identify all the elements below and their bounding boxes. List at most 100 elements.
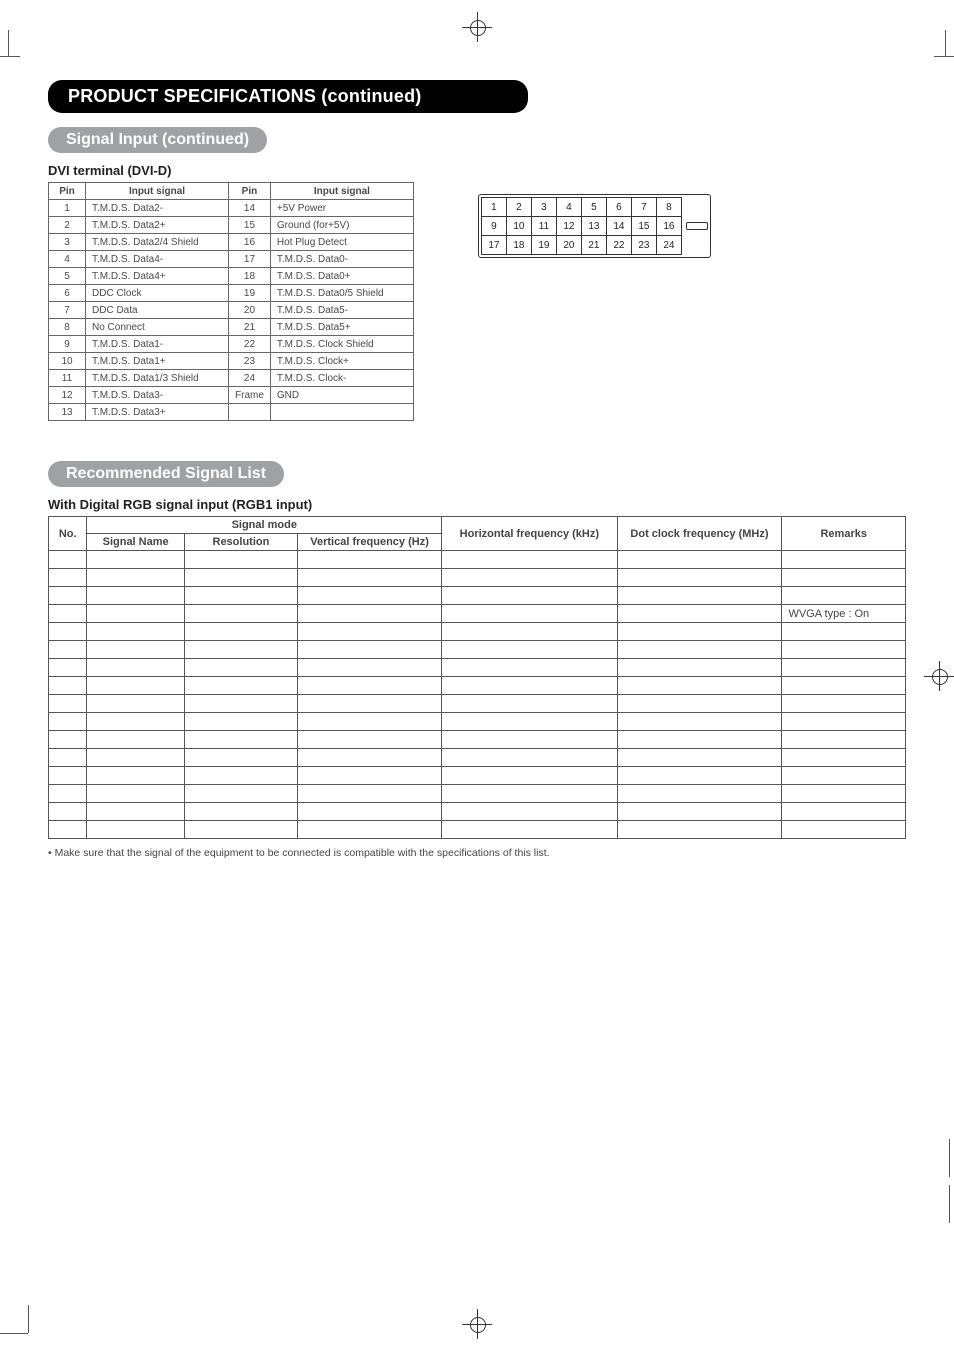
signal-cell <box>270 404 413 421</box>
table-row <box>49 713 906 731</box>
connector-pin: 7 <box>631 198 656 217</box>
spec-cell <box>297 731 441 749</box>
table-row <box>49 551 906 569</box>
signal-cell: No Connect <box>86 319 229 336</box>
spec-cell <box>49 677 87 695</box>
spec-cell <box>49 659 87 677</box>
spec-cell <box>297 551 441 569</box>
spec-cell <box>617 551 782 569</box>
table-row: 6DDC Clock19T.M.D.S. Data0/5 Shield <box>49 285 414 302</box>
connector-pin: 5 <box>581 198 606 217</box>
spec-cell <box>87 659 185 677</box>
col-no: No. <box>49 517 87 551</box>
pin-cell: 2 <box>49 217 86 234</box>
table-row: 12T.M.D.S. Data3-FrameGND <box>49 387 414 404</box>
pin-cell: 7 <box>49 302 86 319</box>
spec-cell <box>87 803 185 821</box>
signal-cell: T.M.D.S. Data2/4 Shield <box>86 234 229 251</box>
spec-cell <box>782 569 906 587</box>
table-row: 7DDC Data20T.M.D.S. Data5- <box>49 302 414 319</box>
signal-cell: T.M.D.S. Clock+ <box>270 353 413 370</box>
pin-cell: 5 <box>49 268 86 285</box>
crop-mark-icon <box>8 30 9 56</box>
section-signal-input: Signal Input (continued) <box>48 127 267 153</box>
table-row <box>49 821 906 839</box>
crop-mark-icon <box>934 56 954 57</box>
col-dclk: Dot clock frequency (MHz) <box>617 517 782 551</box>
signal-cell: T.M.D.S. Data1+ <box>86 353 229 370</box>
pin-cell: 1 <box>49 200 86 217</box>
signal-cell: T.M.D.S. Data1- <box>86 336 229 353</box>
spec-cell <box>782 641 906 659</box>
table-row <box>49 695 906 713</box>
spec-cell <box>782 713 906 731</box>
spec-cell <box>782 731 906 749</box>
connector-pin: 10 <box>506 217 531 236</box>
table-row: 13T.M.D.S. Data3+ <box>49 404 414 421</box>
spec-cell <box>184 551 297 569</box>
pin-cell <box>229 404 271 421</box>
spec-cell <box>297 623 441 641</box>
col-signal: Input signal <box>86 183 229 200</box>
table-row <box>49 659 906 677</box>
pin-cell: 18 <box>229 268 271 285</box>
table-row: 2T.M.D.S. Data2+15Ground (for+5V) <box>49 217 414 234</box>
spec-cell <box>617 713 782 731</box>
spec-cell <box>87 749 185 767</box>
spec-cell <box>87 605 185 623</box>
spec-cell <box>297 569 441 587</box>
spec-cell: WVGA type : On <box>782 605 906 623</box>
footnote: • Make sure that the signal of the equip… <box>48 847 906 859</box>
table-row: 1T.M.D.S. Data2-14+5V Power <box>49 200 414 217</box>
table-row: 9T.M.D.S. Data1-22T.M.D.S. Clock Shield <box>49 336 414 353</box>
signal-cell: T.M.D.S. Data3- <box>86 387 229 404</box>
spec-cell <box>297 821 441 839</box>
connector-pin: 18 <box>506 236 531 255</box>
connector-pin: 24 <box>656 236 681 255</box>
spec-cell <box>442 587 617 605</box>
spec-cell <box>297 803 441 821</box>
col-signal: Input signal <box>270 183 413 200</box>
spec-cell <box>49 623 87 641</box>
pin-cell: 12 <box>49 387 86 404</box>
pin-cell: 19 <box>229 285 271 302</box>
section-recommended: Recommended Signal List <box>48 461 284 487</box>
spec-cell <box>617 677 782 695</box>
spec-cell <box>442 677 617 695</box>
dvi-pin-table: Pin Input signal Pin Input signal 1T.M.D… <box>48 182 414 421</box>
signal-cell: +5V Power <box>270 200 413 217</box>
spec-cell <box>184 767 297 785</box>
table-row <box>49 641 906 659</box>
spec-cell <box>442 569 617 587</box>
with-digital-title: With Digital RGB signal input (RGB1 inpu… <box>48 497 906 512</box>
table-row: 4T.M.D.S. Data4-17T.M.D.S. Data0- <box>49 251 414 268</box>
spec-cell <box>184 605 297 623</box>
spec-cell <box>442 713 617 731</box>
connector-pin: 8 <box>656 198 681 217</box>
connector-slot-icon <box>686 222 708 230</box>
table-row <box>49 803 906 821</box>
spec-cell <box>87 821 185 839</box>
connector-pin: 14 <box>606 217 631 236</box>
signal-cell: T.M.D.S. Clock Shield <box>270 336 413 353</box>
signal-cell: T.M.D.S. Data1/3 Shield <box>86 370 229 387</box>
crop-mark-icon <box>924 1139 950 1231</box>
table-row <box>49 731 906 749</box>
pin-cell: 3 <box>49 234 86 251</box>
spec-cell <box>442 749 617 767</box>
spec-cell <box>49 749 87 767</box>
spec-cell <box>184 749 297 767</box>
signal-cell: T.M.D.S. Data0+ <box>270 268 413 285</box>
spec-cell <box>49 551 87 569</box>
spec-cell <box>49 605 87 623</box>
spec-cell <box>442 785 617 803</box>
spec-cell <box>617 749 782 767</box>
col-vfreq: Vertical frequency (Hz) <box>297 534 441 551</box>
spec-cell <box>184 641 297 659</box>
table-row: 3T.M.D.S. Data2/4 Shield16Hot Plug Detec… <box>49 234 414 251</box>
spec-cell <box>184 659 297 677</box>
table-row: 5T.M.D.S. Data4+18T.M.D.S. Data0+ <box>49 268 414 285</box>
spec-cell <box>297 695 441 713</box>
pin-cell: 20 <box>229 302 271 319</box>
registration-mark-icon <box>462 12 492 42</box>
